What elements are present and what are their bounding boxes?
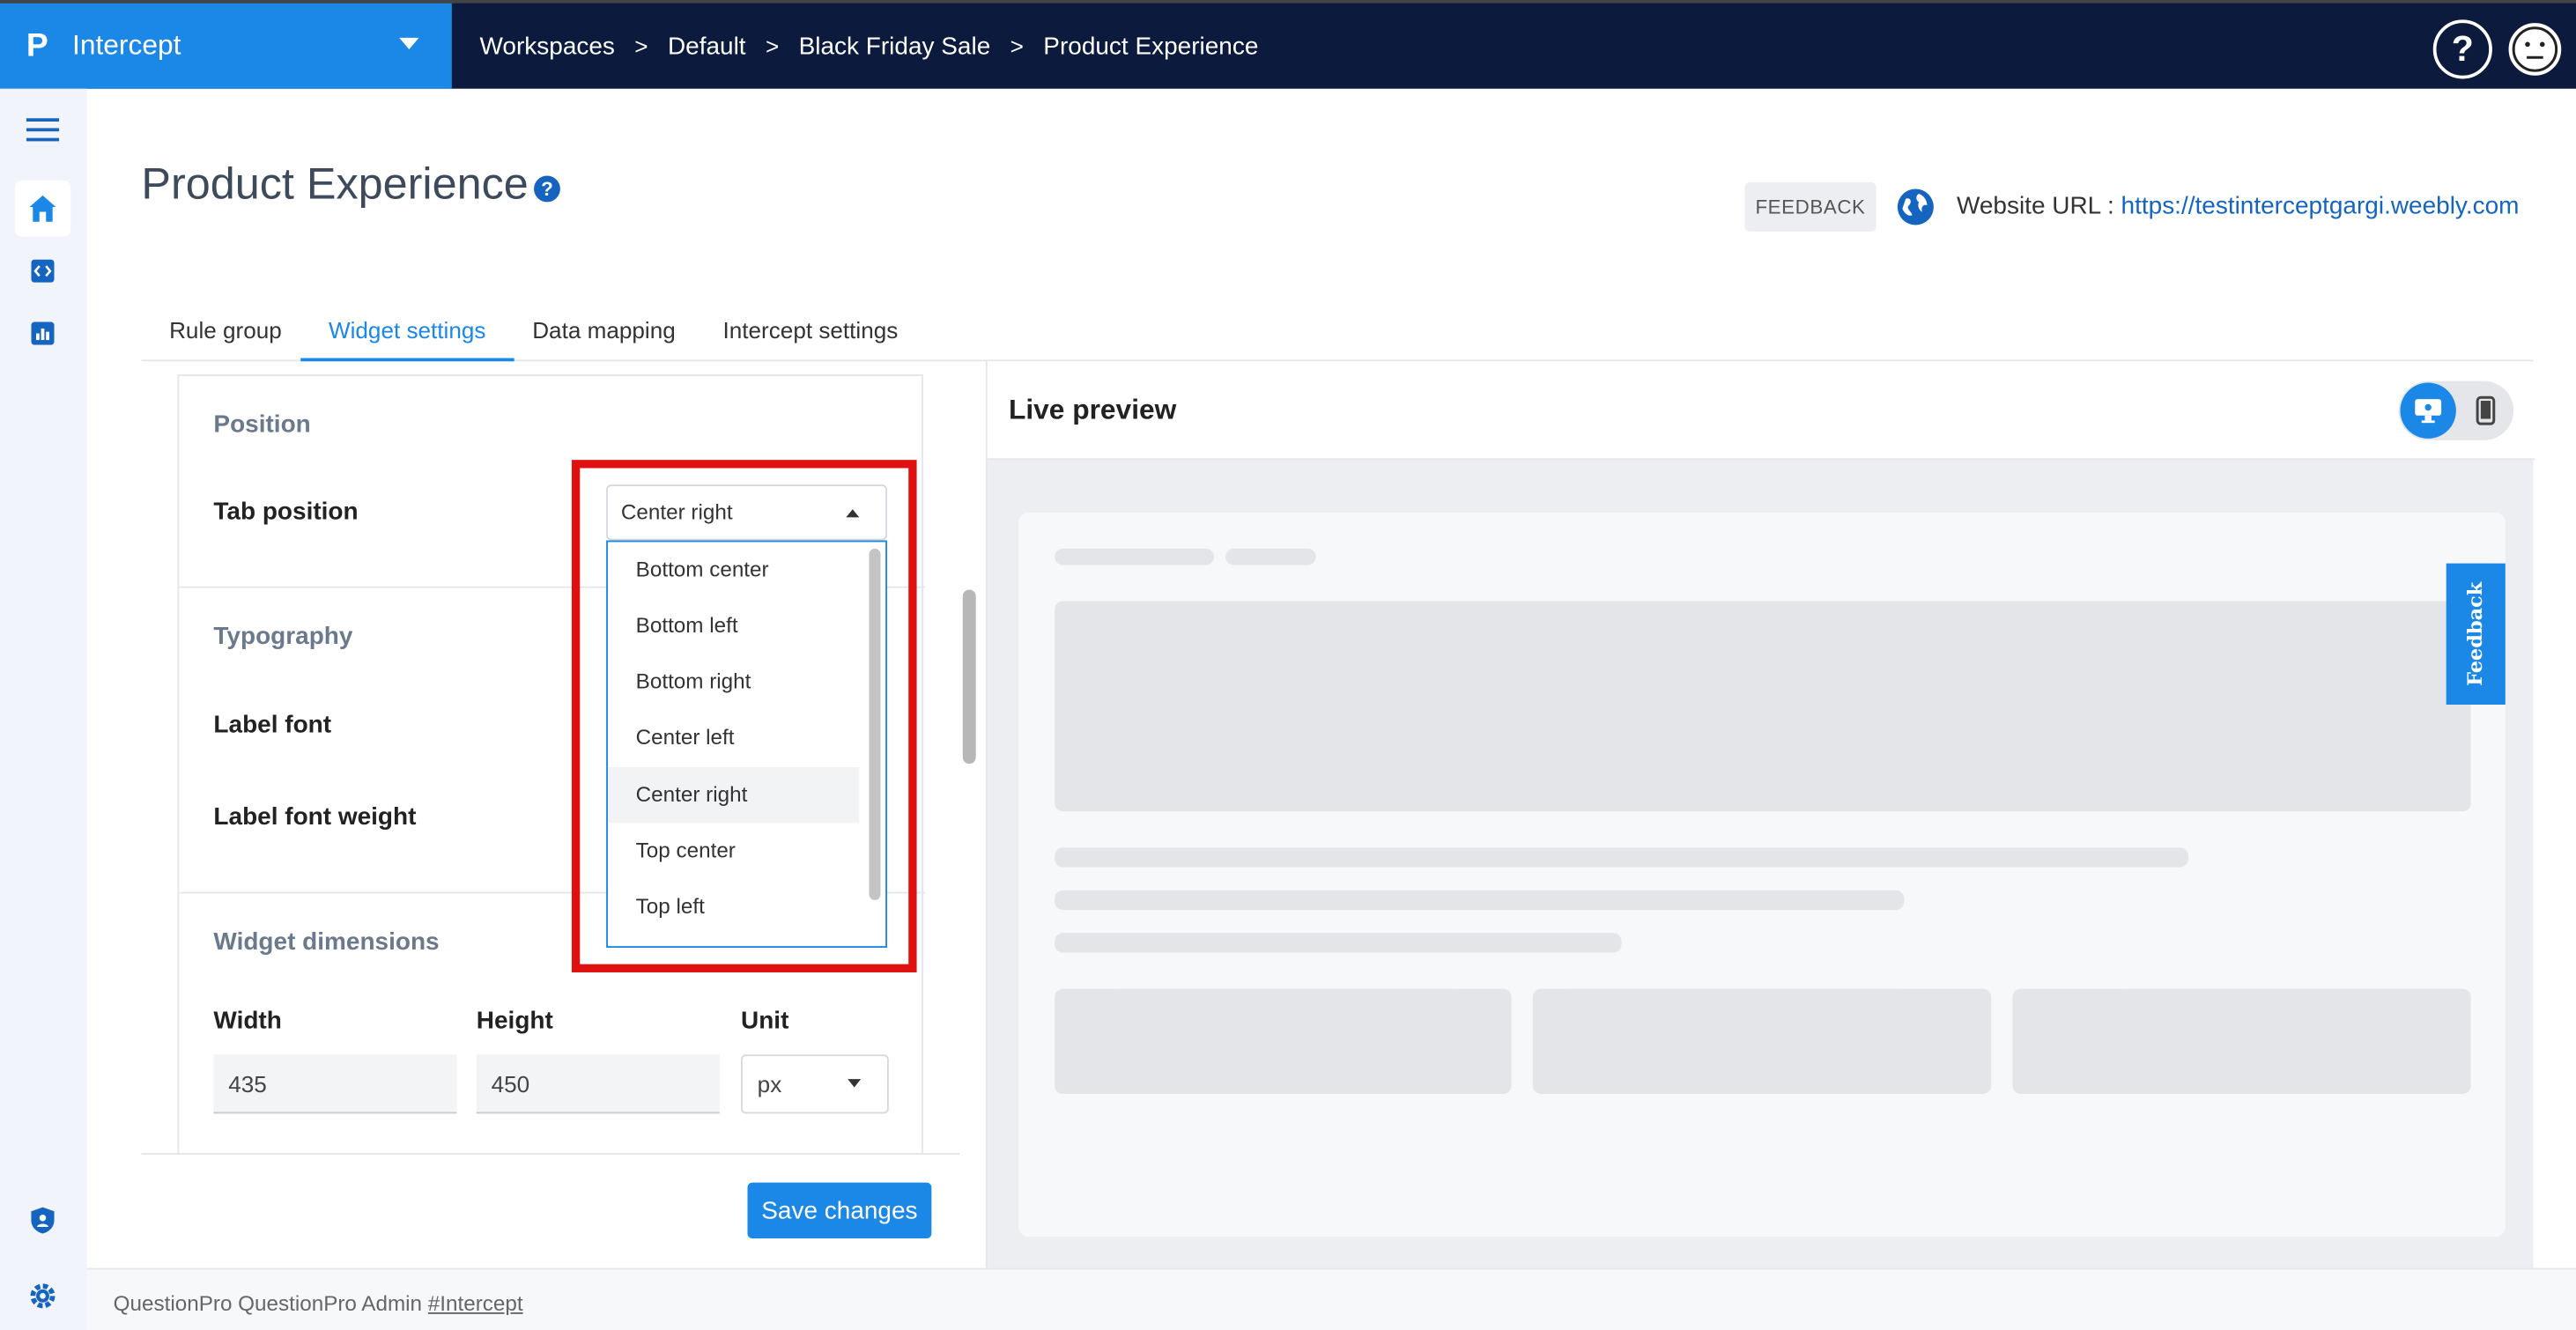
mobile-icon[interactable] bbox=[2461, 382, 2510, 438]
left-rail bbox=[0, 88, 87, 1330]
option-bottom-left[interactable]: Bottom left bbox=[608, 598, 859, 654]
breadcrumb-separator-icon: > bbox=[765, 33, 780, 60]
option-bottom-right[interactable]: Bottom right bbox=[608, 654, 859, 709]
skeleton-line bbox=[1225, 548, 1316, 565]
chevron-down-icon bbox=[399, 37, 419, 49]
device-toggle bbox=[2398, 381, 2514, 440]
breadcrumb-black-friday-sale[interactable]: Black Friday Sale bbox=[799, 32, 991, 60]
height-label: Height bbox=[476, 1007, 553, 1035]
tab-position-dropdown: Bottom center Bottom left Bottom right C… bbox=[606, 540, 887, 948]
settings-card: Position Tab position Center right Typog… bbox=[177, 374, 925, 1154]
skeleton-line bbox=[1055, 847, 2188, 868]
website-url-link[interactable]: https://testinterceptgargi.weebly.com bbox=[2121, 192, 2520, 220]
chevron-down-icon bbox=[848, 1079, 862, 1088]
tab-rule-group[interactable]: Rule group bbox=[141, 309, 309, 362]
skeleton-card bbox=[1532, 988, 1992, 1094]
tab-position-value: Center right bbox=[620, 499, 733, 524]
dropdown-scrollbar[interactable] bbox=[869, 548, 881, 900]
avatar[interactable] bbox=[2505, 19, 2565, 79]
help-icon[interactable]: ? bbox=[2432, 19, 2492, 79]
help-icon[interactable]: ? bbox=[534, 175, 560, 203]
gear-icon[interactable] bbox=[15, 1268, 70, 1324]
shield-user-icon[interactable] bbox=[15, 1193, 70, 1248]
settings-tabs: Rule group Widget settings Data mapping … bbox=[141, 309, 2534, 362]
widget-dimensions-section-title: Widget dimensions bbox=[213, 927, 440, 957]
breadcrumb: Workspaces > Default > Black Friday Sale… bbox=[480, 4, 1259, 89]
breadcrumb-separator-icon: > bbox=[1010, 33, 1024, 60]
preview-page-mock: Feedback bbox=[1018, 512, 2506, 1238]
tab-position-select[interactable]: Center right bbox=[606, 484, 887, 541]
breadcrumb-default[interactable]: Default bbox=[668, 32, 746, 60]
tab-data-mapping[interactable]: Data mapping bbox=[504, 309, 703, 362]
widget-settings-panel: Position Tab position Center right Typog… bbox=[141, 361, 960, 1155]
option-center-left[interactable]: Center left bbox=[608, 710, 859, 765]
footer-text: QuestionPro QuestionPro Admin bbox=[113, 1290, 423, 1316]
skeleton-line bbox=[1055, 933, 1622, 953]
settings-scrollbar[interactable] bbox=[962, 589, 976, 765]
tab-position-label: Tab position bbox=[213, 498, 359, 526]
option-bottom-center[interactable]: Bottom center bbox=[608, 542, 859, 597]
live-preview-panel: Live preview Feedback bbox=[985, 361, 2535, 1268]
code-icon[interactable] bbox=[15, 243, 70, 299]
option-top-center[interactable]: Top center bbox=[608, 823, 859, 878]
breadcrumb-workspaces[interactable]: Workspaces bbox=[480, 32, 615, 60]
typography-section-title: Typography bbox=[213, 622, 353, 651]
footer-link[interactable]: #Intercept bbox=[428, 1291, 523, 1316]
tab-widget-settings[interactable]: Widget settings bbox=[300, 309, 514, 362]
skeleton-card bbox=[2012, 988, 2471, 1094]
tab-intercept-settings[interactable]: Intercept settings bbox=[695, 309, 926, 362]
option-top-left[interactable]: Top left bbox=[608, 879, 859, 935]
unit-select[interactable]: px bbox=[741, 1054, 889, 1114]
top-bar: P Intercept Workspaces > Default > Black… bbox=[0, 0, 2576, 89]
home-icon[interactable] bbox=[14, 181, 71, 237]
product-switcher[interactable]: P Intercept bbox=[0, 3, 452, 89]
questionpro-logo-icon: P bbox=[26, 26, 48, 63]
save-changes-button[interactable]: Save changes bbox=[747, 1182, 932, 1239]
breadcrumb-product-experience: Product Experience bbox=[1043, 32, 1259, 61]
user-face-icon bbox=[2512, 26, 2558, 72]
feedback-tab-label: Feedback bbox=[2464, 581, 2488, 686]
unit-value: px bbox=[757, 1070, 782, 1097]
label-font-weight-label: Label font weight bbox=[213, 802, 417, 831]
footer: QuestionPro QuestionPro Admin #Intercept bbox=[86, 1267, 2576, 1330]
height-input[interactable]: 450 bbox=[476, 1054, 720, 1114]
page-title: Product Experience bbox=[141, 159, 529, 209]
website-url: Website URL : https://testinterceptgargi… bbox=[1957, 192, 2519, 220]
width-input[interactable]: 435 bbox=[213, 1054, 457, 1114]
width-label: Width bbox=[213, 1007, 282, 1035]
chart-icon[interactable] bbox=[15, 306, 70, 361]
skeleton-card bbox=[1055, 988, 1512, 1094]
feedback-widget-tab[interactable]: Feedback bbox=[2446, 563, 2506, 705]
feedback-chip[interactable]: FEEDBACK bbox=[1744, 181, 1876, 232]
globe-icon bbox=[1896, 188, 1936, 235]
breadcrumb-separator-icon: > bbox=[634, 33, 648, 60]
chevron-up-icon bbox=[846, 509, 860, 518]
preview-title: Live preview bbox=[1008, 394, 1177, 425]
option-center-right[interactable]: Center right bbox=[607, 766, 860, 824]
skeleton-hero bbox=[1055, 601, 2471, 812]
preview-header: Live preview bbox=[987, 361, 2535, 461]
unit-label: Unit bbox=[741, 1007, 789, 1035]
menu-icon[interactable] bbox=[15, 102, 70, 158]
label-font-label: Label font bbox=[213, 711, 332, 740]
website-url-label: Website URL : bbox=[1956, 192, 2114, 220]
skeleton-line bbox=[1055, 548, 1215, 565]
skeleton-line bbox=[1055, 890, 1905, 911]
product-name: Intercept bbox=[72, 29, 181, 61]
desktop-icon[interactable] bbox=[2400, 382, 2456, 439]
position-section-title: Position bbox=[213, 410, 311, 439]
